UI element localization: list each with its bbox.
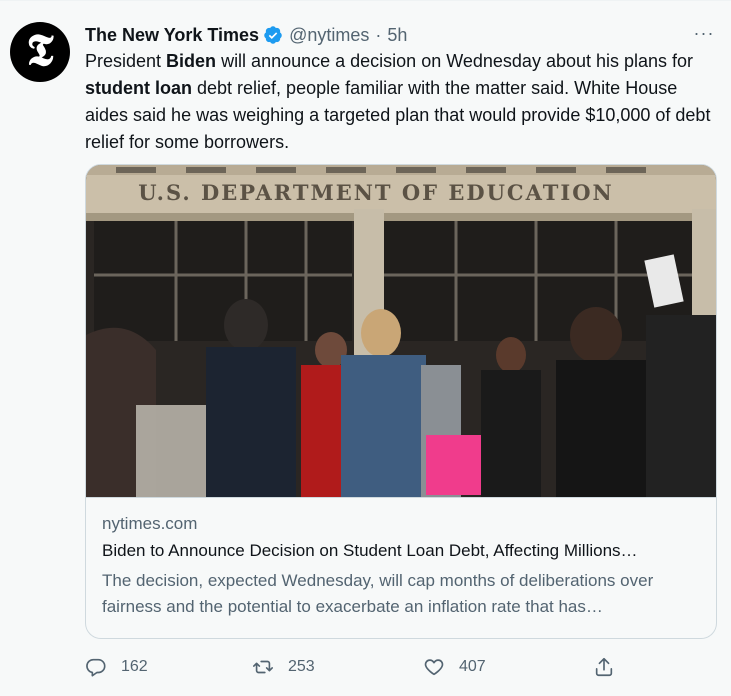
tweet[interactable]: 𝕿 The New York Times @nytimes · 5h ··· P… bbox=[0, 0, 731, 696]
author-handle[interactable]: @nytimes bbox=[289, 25, 369, 46]
tweet-text-segment: will announce a decision on Wednesday ab… bbox=[216, 51, 694, 71]
card-title[interactable]: Biden to Announce Decision on Student Lo… bbox=[102, 541, 702, 561]
tweet-actions: 162 253 407 bbox=[85, 653, 717, 681]
reply-count: 162 bbox=[121, 658, 148, 675]
tweet-text-segment: President bbox=[85, 51, 167, 71]
retweet-button[interactable]: 253 bbox=[252, 653, 315, 681]
tweet-text: President Biden will announce a decision… bbox=[85, 48, 717, 156]
nyt-logo-icon: 𝕿 bbox=[26, 25, 54, 76]
tweet-header: The New York Times @nytimes · 5h bbox=[85, 23, 407, 47]
reply-icon bbox=[86, 658, 106, 677]
verified-badge-icon bbox=[264, 26, 282, 44]
link-card[interactable]: U.S. DEPARTMENT OF EDUCATION nytimes.com… bbox=[85, 164, 717, 639]
retweet-count: 253 bbox=[288, 658, 315, 675]
card-body[interactable]: nytimes.com Biden to Announce Decision o… bbox=[86, 497, 716, 638]
separator-dot: · bbox=[375, 24, 382, 45]
card-photo[interactable]: U.S. DEPARTMENT OF EDUCATION bbox=[86, 165, 716, 497]
reply-button[interactable]: 162 bbox=[85, 653, 148, 681]
like-count: 407 bbox=[459, 658, 486, 675]
card-description: The decision, expected Wednesday, will c… bbox=[102, 571, 654, 616]
share-button[interactable] bbox=[593, 653, 615, 681]
more-options-icon[interactable]: ··· bbox=[692, 23, 716, 47]
like-button[interactable]: 407 bbox=[423, 653, 486, 681]
tweet-timestamp[interactable]: 5h bbox=[387, 25, 407, 46]
tweet-text-bold: student loan bbox=[85, 78, 192, 98]
retweet-icon bbox=[253, 660, 273, 674]
tweet-text-bold: Biden bbox=[166, 51, 217, 71]
author-name[interactable]: The New York Times bbox=[85, 25, 259, 46]
avatar[interactable]: 𝕿 bbox=[10, 22, 70, 82]
card-domain: nytimes.com bbox=[102, 514, 198, 533]
heart-icon bbox=[424, 659, 444, 676]
share-icon bbox=[595, 657, 613, 677]
building-sign-text: U.S. DEPARTMENT OF EDUCATION bbox=[138, 180, 613, 205]
